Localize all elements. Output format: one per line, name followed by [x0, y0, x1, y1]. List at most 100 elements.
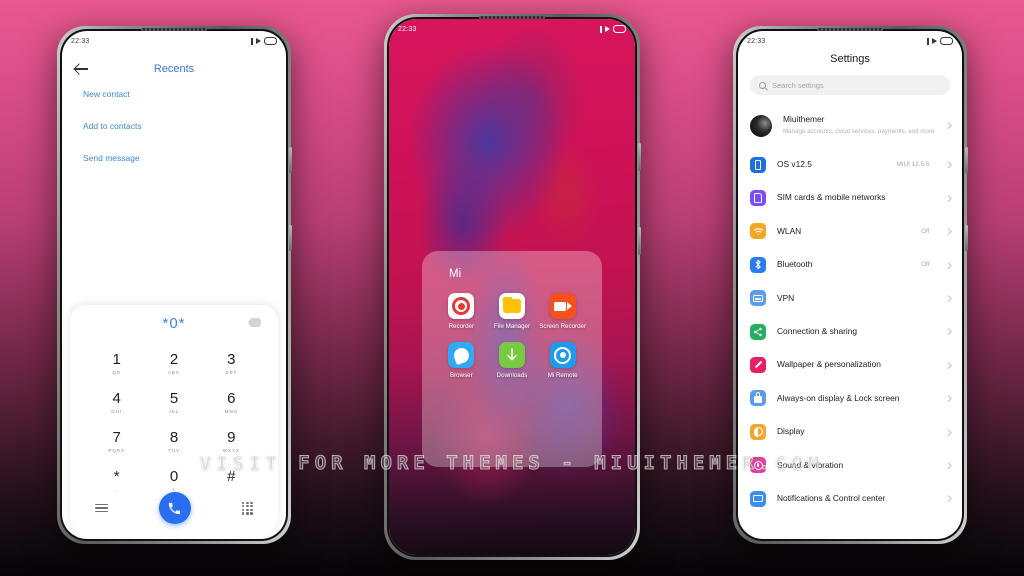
page-title: Recents	[153, 63, 195, 75]
phone-middle-screen: 22:33 Mi Recorder File Manager Screen Reco…	[389, 19, 635, 555]
dialpad-key-digit: 7	[112, 428, 121, 446]
settings-row[interactable]: Miuithemer Manage accounts, cloud service…	[738, 103, 962, 148]
chevron-right-icon	[944, 495, 951, 502]
dialpad-key-digit: 1	[112, 350, 121, 368]
settings-row[interactable]: SIM cards & mobile networks	[738, 181, 962, 214]
chevron-right-icon	[944, 361, 951, 369]
status-bar-right: 22:33	[738, 31, 962, 51]
dialpad-key-3[interactable]: 3 DEF	[203, 345, 260, 381]
folder-app-browser[interactable]: Browser	[436, 342, 487, 380]
dialpad-key-5[interactable]: 5 JKL	[145, 384, 202, 420]
chevron-right-icon	[944, 228, 951, 235]
battery-icon	[613, 25, 626, 33]
settings-row[interactable]: Bluetooth Off	[738, 248, 962, 281]
vpn-icon	[750, 290, 766, 307]
dialpad-key-digit: 6	[227, 389, 236, 407]
dialpad-key-2[interactable]: 2 ABC	[145, 345, 202, 381]
dialpad-key-letters: GHI	[111, 408, 123, 414]
keypad-icon[interactable]	[241, 501, 253, 515]
settings-list[interactable]: Miuithemer Manage accounts, cloud service…	[738, 103, 962, 539]
settings-row[interactable]: OS v12.5 MIUI 12.5.5	[738, 148, 962, 181]
phone-right-bezel: 22:33 Settings Search settings Miuitheme…	[736, 28, 968, 541]
settings-row-label: OS v12.5	[777, 159, 812, 170]
phone-left-bezel: 22:33 Recents New contact Add to contact…	[60, 28, 292, 541]
chevron-right-icon	[944, 122, 951, 129]
app-folder[interactable]: Mi Recorder File Manager Screen Recorder Br…	[422, 251, 602, 467]
dialpad-key-1[interactable]: 1 QD	[88, 345, 145, 381]
power-button[interactable]	[965, 225, 968, 251]
chevron-right-icon	[944, 194, 951, 202]
dialpad-keys[interactable]: 1 QD 2 ABC 3 DEF 4 GHI 5 JKL 6 MNO 7 PQRS 8 TUV 9 WXYZ *, 0…	[70, 341, 278, 498]
folder-app-label: Downloads	[496, 372, 528, 380]
chevron-right-icon	[944, 428, 951, 435]
chevron-right-icon	[944, 395, 951, 402]
dialpad-key-6[interactable]: 6 MNO	[203, 384, 260, 420]
search-placeholder: Search settings	[772, 80, 824, 90]
settings-title: Settings	[830, 53, 870, 65]
power-button[interactable]	[289, 225, 292, 251]
settings-row[interactable]: Notifications & Control center	[738, 482, 962, 515]
chevron-right-icon	[944, 328, 951, 335]
mi-remote-icon	[549, 342, 576, 369]
settings-row-label: SIM cards & mobile networks	[777, 192, 886, 203]
folder-app-mi-remote[interactable]: Mi Remote	[537, 342, 588, 380]
bluetooth-icon	[750, 256, 766, 273]
volume-button[interactable]	[638, 143, 641, 171]
play-triangle-icon	[605, 26, 610, 32]
share-icon	[750, 323, 766, 340]
dialpad-key-letters: DEF	[225, 369, 238, 375]
folder-app-file-manager[interactable]: File Manager	[487, 293, 538, 331]
notification-icon	[750, 490, 766, 507]
chevron-right-icon	[944, 462, 951, 469]
battery-icon	[264, 37, 277, 45]
dialpad-key-letters: JKL	[168, 408, 180, 414]
phone-right: 22:33 Settings Search settings Miuitheme…	[733, 26, 968, 544]
settings-row[interactable]: Wallpaper & personalization	[738, 348, 962, 381]
lock-icon	[750, 390, 766, 407]
settings-row[interactable]: Sound & vibration	[738, 449, 962, 482]
settings-row-subtitle: Manage accounts, cloud services, payment…	[783, 127, 935, 135]
power-button[interactable]	[638, 227, 641, 255]
sim-icon	[750, 190, 766, 207]
volume-button[interactable]	[965, 147, 968, 173]
backspace-icon[interactable]	[248, 318, 261, 327]
dialpad-key-4[interactable]: 4 GHI	[88, 384, 145, 420]
menu-icon[interactable]	[95, 503, 109, 513]
phone-icon	[169, 502, 181, 514]
settings-row[interactable]: Connection & sharing	[738, 315, 962, 348]
dialpad-key-9[interactable]: 9 WXYZ	[203, 423, 260, 459]
volume-button[interactable]	[289, 147, 292, 173]
search-input[interactable]: Search settings	[750, 75, 950, 95]
earpiece-speaker-icon	[817, 28, 883, 31]
settings-row[interactable]: WLAN Off	[738, 215, 962, 248]
phone-middle: 22:33 Mi Recorder File Manager Screen Reco…	[384, 14, 641, 560]
folder-app-downloads[interactable]: Downloads	[487, 342, 538, 380]
settings-row[interactable]: VPN	[738, 282, 962, 315]
link-new-contact[interactable]: New contact	[83, 89, 265, 99]
phone-left: 22:33 Recents New contact Add to contact…	[57, 26, 292, 544]
play-bar-icon	[600, 25, 602, 33]
settings-row-label: WLAN	[777, 225, 802, 236]
play-bar-icon	[251, 37, 253, 45]
settings-row[interactable]: Always-on display & Lock screen	[738, 382, 962, 415]
link-send-message[interactable]: Send message	[83, 153, 265, 163]
link-add-to-contacts[interactable]: Add to contacts	[83, 121, 265, 131]
folder-app-recorder[interactable]: Recorder	[436, 293, 487, 331]
dialed-number: *0*	[162, 314, 186, 332]
settings-row-value: Off	[921, 227, 930, 235]
status-bar-middle: 22:33	[389, 19, 635, 39]
folder-app-screen-recorder[interactable]: Screen Recorder	[537, 293, 588, 331]
call-button[interactable]	[158, 492, 191, 524]
dialpad-key-8[interactable]: 8 TUV	[145, 423, 202, 459]
settings-row-label: Wallpaper & personalization	[777, 359, 881, 370]
settings-row-value: Off	[921, 261, 930, 269]
number-display[interactable]: *0*	[70, 305, 278, 341]
dialpad-key-letters: PQRS	[108, 447, 125, 453]
chevron-right-icon	[944, 261, 951, 269]
dialpad-key-7[interactable]: 7 PQRS	[88, 423, 145, 459]
settings-row[interactable]: Display	[738, 415, 962, 448]
back-arrow-icon[interactable]	[75, 62, 89, 76]
os-icon	[750, 156, 766, 173]
dialpad-key-letters: MNO	[224, 408, 239, 414]
display-icon	[750, 423, 766, 440]
